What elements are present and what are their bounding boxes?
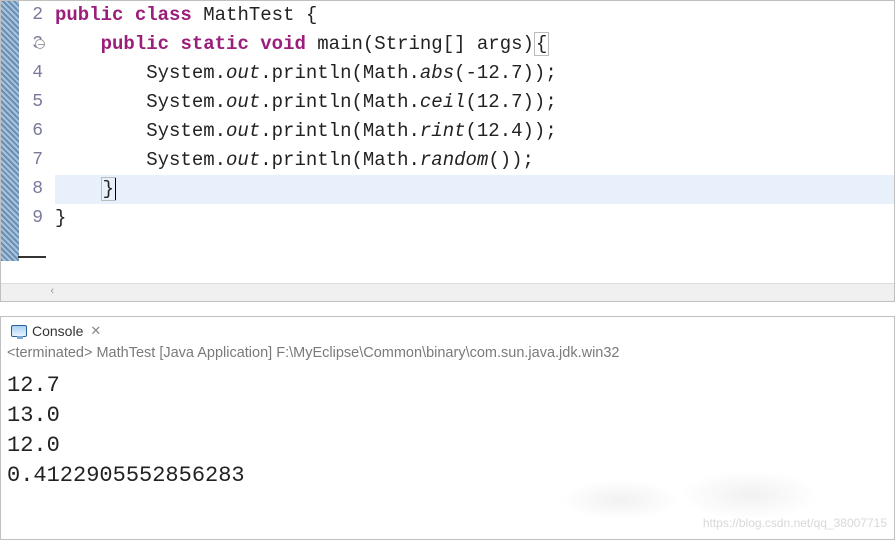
line-number: 3 <box>19 30 43 59</box>
line-number: 2 <box>19 1 43 30</box>
console-output-line: 12.7 <box>7 371 888 401</box>
text-caret <box>115 178 116 200</box>
gutter-underline <box>18 256 46 258</box>
editor-body: 23456789 public class MathTest { public … <box>1 1 894 283</box>
line-number: 4 <box>19 59 43 88</box>
watermark-text: https://blog.csdn.net/qq_38007715 <box>703 516 887 530</box>
line-number: 9 <box>19 204 43 233</box>
override-marker-icon <box>35 39 45 49</box>
line-number-column: 23456789 <box>19 1 49 283</box>
code-line[interactable]: public class MathTest { <box>55 1 894 30</box>
code-line[interactable]: System.out.println(Math.random()); <box>55 146 894 175</box>
code-line[interactable]: System.out.println(Math.abs(-12.7)); <box>55 59 894 88</box>
code-line[interactable]: } <box>55 204 894 233</box>
line-number: 5 <box>19 88 43 117</box>
console-output[interactable]: 12.713.012.00.4122905552856283 <box>1 367 894 495</box>
line-number: 6 <box>19 117 43 146</box>
line-number: 8 <box>19 175 43 204</box>
code-line[interactable]: } <box>55 175 894 204</box>
ruler-strip <box>1 1 19 261</box>
code-editor-pane: 23456789 public class MathTest { public … <box>0 0 895 302</box>
horizontal-scrollbar[interactable]: ‹ <box>1 283 894 301</box>
console-tab[interactable]: Console ✕ <box>7 321 105 341</box>
console-pane: Console ✕ <terminated> MathTest [Java Ap… <box>0 316 895 540</box>
code-line[interactable]: System.out.println(Math.rint(12.4)); <box>55 117 894 146</box>
editor-gutter: 23456789 <box>1 1 49 283</box>
line-number: 7 <box>19 146 43 175</box>
scroll-left-arrow-icon[interactable]: ‹ <box>49 287 56 298</box>
console-tab-bar: Console ✕ <box>1 317 894 341</box>
console-process-info: <terminated> MathTest [Java Application]… <box>1 341 894 367</box>
close-icon[interactable]: ✕ <box>90 323 101 339</box>
console-output-line: 12.0 <box>7 431 888 461</box>
console-output-line: 13.0 <box>7 401 888 431</box>
console-output-line: 0.4122905552856283 <box>7 461 888 491</box>
code-line[interactable]: System.out.println(Math.ceil(12.7)); <box>55 88 894 117</box>
code-text-area[interactable]: public class MathTest { public static vo… <box>49 1 894 283</box>
code-line[interactable]: public static void main(String[] args){ <box>55 30 894 59</box>
console-icon <box>11 325 27 337</box>
console-tab-label: Console <box>32 323 83 339</box>
